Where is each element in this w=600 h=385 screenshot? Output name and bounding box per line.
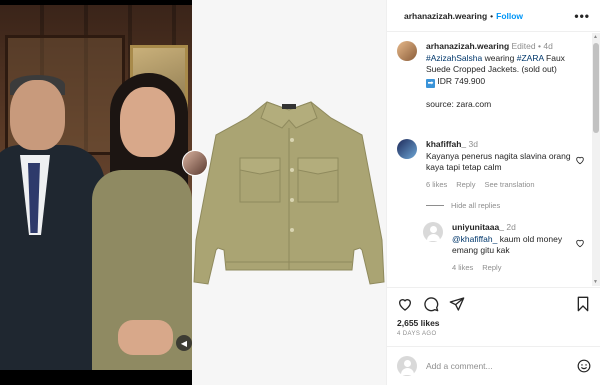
scroll-up-icon[interactable]: ▲ <box>593 34 598 40</box>
emoji-icon[interactable] <box>577 359 591 373</box>
sound-icon[interactable]: ◀ <box>176 335 192 351</box>
hashtag-link[interactable]: #ZARA <box>517 53 544 63</box>
comment-likes[interactable]: 6 likes <box>426 179 447 191</box>
avatar[interactable] <box>397 139 417 159</box>
hide-replies-label: Hide all replies <box>451 201 501 210</box>
caption-source: source: zara.com <box>426 99 492 109</box>
action-bar <box>387 287 600 319</box>
caption-price: IDR 749.900 <box>435 75 486 86</box>
post-panel: arhanazizah.wearing • Follow ••• arhanaz… <box>386 0 600 385</box>
comment-likes[interactable]: 4 likes <box>452 262 473 274</box>
scrollbar-thumb[interactable] <box>593 43 599 133</box>
caption-text: wearing <box>482 52 517 63</box>
mention-link[interactable]: @khafiffah_ <box>452 234 497 244</box>
post-date: 4 DAYS AGO <box>397 331 437 337</box>
arrow-right-icon: ➡ <box>426 78 435 88</box>
jacket-image <box>193 101 385 285</box>
comment-username[interactable]: uniyunitaaa_ <box>452 222 504 232</box>
comment-item: khafiffah_ 3d Kayanya penerus nagita sla… <box>397 139 589 190</box>
post-media[interactable]: ◀ <box>0 0 386 385</box>
photo-people <box>0 5 192 370</box>
add-comment-bar: Add a comment... <box>387 346 600 385</box>
separator-dot: • <box>490 10 494 21</box>
more-icon[interactable]: ••• <box>574 9 590 23</box>
reply-button[interactable]: Reply <box>482 262 501 274</box>
caption: arhanazizah.wearing Edited • 4d #AzizahS… <box>397 41 589 111</box>
comments-list[interactable]: arhanazizah.wearing Edited • 4d #AzizahS… <box>387 33 600 286</box>
comment-username[interactable]: khafiffah_ <box>426 139 466 149</box>
avatar[interactable] <box>423 222 443 242</box>
likes-count[interactable]: 2,655 likes <box>397 318 440 328</box>
caption-time: 4d <box>543 41 553 51</box>
caption-username[interactable]: arhanazizah.wearing <box>426 41 509 51</box>
photo-jacket <box>192 0 386 385</box>
heart-icon[interactable] <box>397 296 413 312</box>
post-username[interactable]: arhanazizah.wearing <box>404 11 487 21</box>
hide-replies-button[interactable]: Hide all replies <box>426 201 500 210</box>
scroll-down-icon[interactable]: ▼ <box>593 279 598 285</box>
comment-icon[interactable] <box>423 296 439 312</box>
heart-icon[interactable] <box>575 155 585 165</box>
user-avatar-overlay <box>182 150 208 176</box>
heart-icon[interactable] <box>575 238 585 248</box>
scrollbar[interactable]: ▲ ▼ <box>592 33 600 286</box>
avatar <box>397 356 417 376</box>
bookmark-icon[interactable] <box>575 296 591 312</box>
reply-button[interactable]: Reply <box>456 179 475 191</box>
comment-input[interactable]: Add a comment... <box>426 361 577 371</box>
avatar[interactable] <box>397 41 417 61</box>
comment-time: 2d <box>506 222 516 232</box>
comment-text: Kayanya penerus nagita slavina orang kay… <box>426 150 571 173</box>
reply-item: uniyunitaaa_ 2d @khafiffah_ kaum old mon… <box>423 222 589 273</box>
comment-time: 3d <box>468 139 478 149</box>
share-icon[interactable] <box>449 296 465 312</box>
separator-dot: • <box>538 41 541 51</box>
edited-label: Edited <box>511 41 536 51</box>
post-header: arhanazizah.wearing • Follow ••• <box>387 0 600 32</box>
see-translation-link[interactable]: See translation <box>484 179 534 191</box>
follow-button[interactable]: Follow <box>496 11 523 21</box>
hashtag-link[interactable]: #AzizahSalsha <box>426 53 482 63</box>
